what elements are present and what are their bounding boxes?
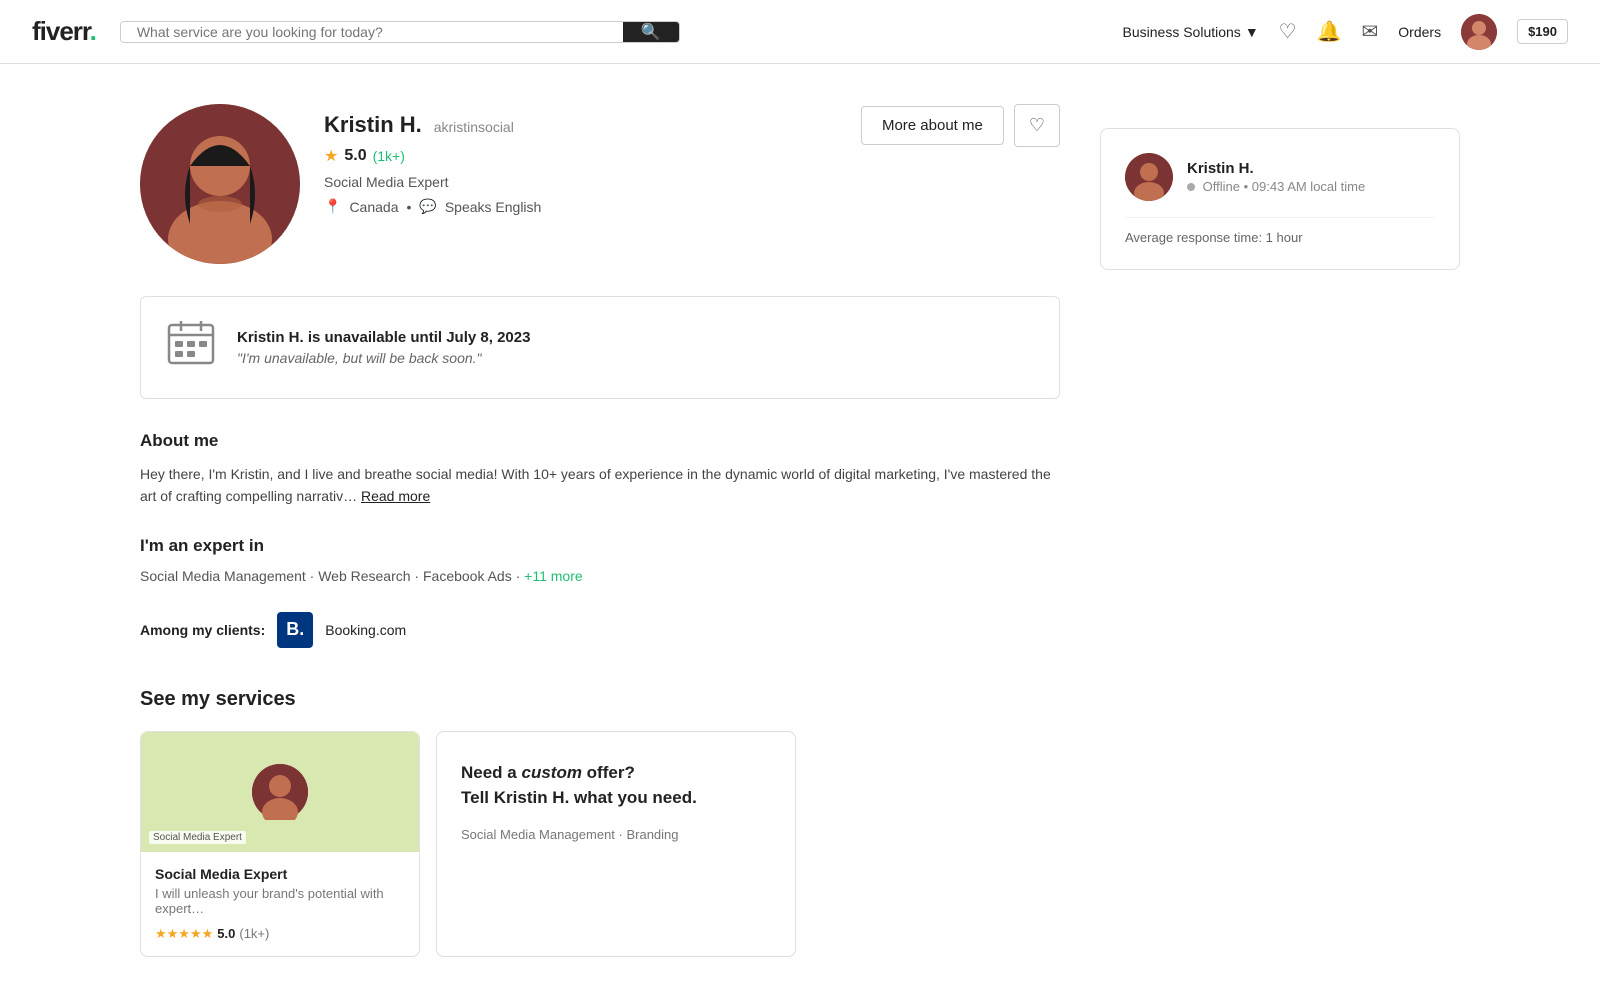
user-avatar[interactable] [1461, 14, 1497, 50]
more-tags-link[interactable]: +11 more [524, 568, 583, 584]
heart-icon: ♡ [1029, 115, 1045, 136]
profile-header: Kristin H. akristinsocial ★ 5.0 (1k+) So… [140, 104, 1060, 264]
calendar-svg [165, 317, 217, 369]
logo-dot: . [90, 16, 96, 46]
chevron-down-icon: ▼ [1245, 24, 1259, 40]
unavailable-title: Kristin H. is unavailable until July 8, … [237, 329, 530, 346]
rating-count[interactable]: (1k+) [373, 148, 405, 164]
logo[interactable]: fiverr. [32, 16, 96, 47]
main-content: Kristin H. akristinsocial ★ 5.0 (1k+) So… [100, 64, 1500, 997]
right-column: Kristin H. Offline • 09:43 AM local time… [1100, 104, 1460, 957]
profile-title: Social Media Expert [324, 174, 837, 190]
unavailable-text: Kristin H. is unavailable until July 8, … [237, 329, 530, 366]
read-more-link[interactable]: Read more [361, 488, 430, 504]
save-profile-button[interactable]: ♡ [1014, 104, 1060, 147]
seller-card-avatar [1125, 153, 1173, 201]
seller-info: Kristin H. Offline • 09:43 AM local time [1187, 160, 1365, 194]
profile-location: Canada [349, 199, 398, 215]
custom-offer-title: Need a custom offer? Tell Kristin H. wha… [461, 760, 771, 811]
service-rating: ★★★★★ 5.0 (1k+) [155, 926, 405, 942]
search-icon: 🔍 [641, 22, 661, 42]
seller-avatar-svg [1125, 153, 1173, 201]
custom-offer-tags: Social Media Management · Branding [461, 827, 771, 842]
unavailable-message: "I'm unavailable, but will be back soon.… [237, 350, 530, 366]
custom-offer-italic: custom [521, 763, 581, 782]
search-button[interactable]: 🔍 [623, 22, 679, 42]
expert-tags: Social Media Management · Web Research ·… [140, 568, 1060, 584]
profile-avatar [140, 104, 300, 264]
more-about-button[interactable]: More about me [861, 106, 1004, 145]
calendar-icon [165, 317, 217, 378]
business-solutions-menu[interactable]: Business Solutions ▼ [1123, 24, 1259, 40]
profile-name-row: Kristin H. akristinsocial [324, 112, 837, 138]
service-thumb-avatar [252, 764, 308, 820]
client-name: Booking.com [325, 622, 406, 638]
clients-label: Among my clients: [140, 622, 265, 638]
profile-meta: 📍 Canada • 💬 Speaks English [324, 198, 837, 215]
logo-text: fiverr [32, 16, 90, 46]
orders-link[interactable]: Orders [1398, 24, 1441, 40]
custom-offer-prefix: Need a [461, 763, 521, 782]
business-solutions-label: Business Solutions [1123, 24, 1241, 40]
profile-language: Speaks English [445, 199, 542, 215]
notifications-icon[interactable]: 🔔 [1317, 19, 1342, 44]
search-input[interactable] [121, 22, 623, 42]
balance-badge[interactable]: $190 [1517, 19, 1568, 44]
header-right: Business Solutions ▼ ♡ 🔔 ✉ Orders $190 [1123, 14, 1568, 50]
seller-response-time: Average response time: 1 hour [1125, 217, 1435, 245]
profile-info: Kristin H. akristinsocial ★ 5.0 (1k+) So… [324, 104, 837, 215]
custom-offer-card[interactable]: Need a custom offer? Tell Kristin H. wha… [436, 731, 796, 957]
profile-rating: ★ 5.0 (1k+) [324, 146, 837, 166]
service-thumb-label: Social Media Expert [149, 831, 246, 844]
about-section: About me Hey there, I'm Kristin, and I l… [140, 431, 1060, 508]
booking-logo: B. [277, 612, 313, 648]
seller-time-separator: • [1244, 179, 1252, 194]
about-title: About me [140, 431, 1060, 451]
service-info: Social Media Expert I will unleash your … [141, 852, 419, 956]
unavailable-notice: Kristin H. is unavailable until July 8, … [140, 296, 1060, 399]
service-rating-value: 5.0 [217, 926, 235, 941]
service-thumbnail: Social Media Expert [141, 732, 419, 852]
seller-status: Offline • 09:43 AM local time [1187, 179, 1365, 194]
profile-name: Kristin H. [324, 112, 422, 137]
expert-title: I'm an expert in [140, 536, 1060, 556]
service-card[interactable]: Social Media Expert Social Media Expert … [140, 731, 420, 957]
custom-offer-subtitle: Tell Kristin H. what you need. [461, 788, 697, 807]
profile-actions: More about me ♡ [861, 104, 1060, 147]
star-icon: ★ [324, 146, 338, 166]
service-stars: ★★★★★ [155, 926, 213, 942]
service-avatar-svg [252, 764, 308, 820]
location-icon: 📍 [324, 198, 341, 215]
seller-card-header: Kristin H. Offline • 09:43 AM local time [1125, 153, 1435, 201]
services-section: See my services [140, 688, 1060, 957]
service-thumb-bg: Social Media Expert [141, 732, 419, 852]
left-column: Kristin H. akristinsocial ★ 5.0 (1k+) So… [140, 104, 1060, 957]
custom-offer-suffix: offer? [582, 763, 635, 782]
profile-avatar-image [140, 104, 300, 264]
service-desc: I will unleash your brand's potential wi… [155, 886, 405, 916]
search-bar: 🔍 [120, 21, 680, 43]
clients-section: Among my clients: B. Booking.com [140, 612, 1060, 648]
service-name: Social Media Expert [155, 866, 405, 882]
chat-icon: 💬 [419, 198, 436, 215]
messages-icon[interactable]: ✉ [1362, 19, 1379, 44]
service-rating-count: (1k+) [239, 926, 269, 941]
seller-local-time: 09:43 AM local time [1252, 179, 1365, 194]
offline-dot [1187, 183, 1195, 191]
seller-name: Kristin H. [1187, 160, 1365, 177]
about-content: Hey there, I'm Kristin, and I live and b… [140, 466, 1051, 504]
services-grid: Social Media Expert Social Media Expert … [140, 731, 1060, 957]
rating-value: 5.0 [344, 147, 366, 165]
seller-status-text: Offline [1203, 179, 1240, 194]
about-text: Hey there, I'm Kristin, and I live and b… [140, 463, 1060, 508]
profile-username: akristinsocial [434, 119, 514, 135]
meta-separator: • [406, 199, 411, 215]
services-title: See my services [140, 688, 1060, 711]
header: fiverr. 🔍 Business Solutions ▼ ♡ 🔔 ✉ Ord… [0, 0, 1600, 64]
seller-card: Kristin H. Offline • 09:43 AM local time… [1100, 128, 1460, 270]
expert-section: I'm an expert in Social Media Management… [140, 536, 1060, 584]
avatar-image [1461, 14, 1497, 50]
expert-tag-list: Social Media Management · Web Research ·… [140, 568, 524, 584]
favorites-icon[interactable]: ♡ [1279, 19, 1297, 44]
